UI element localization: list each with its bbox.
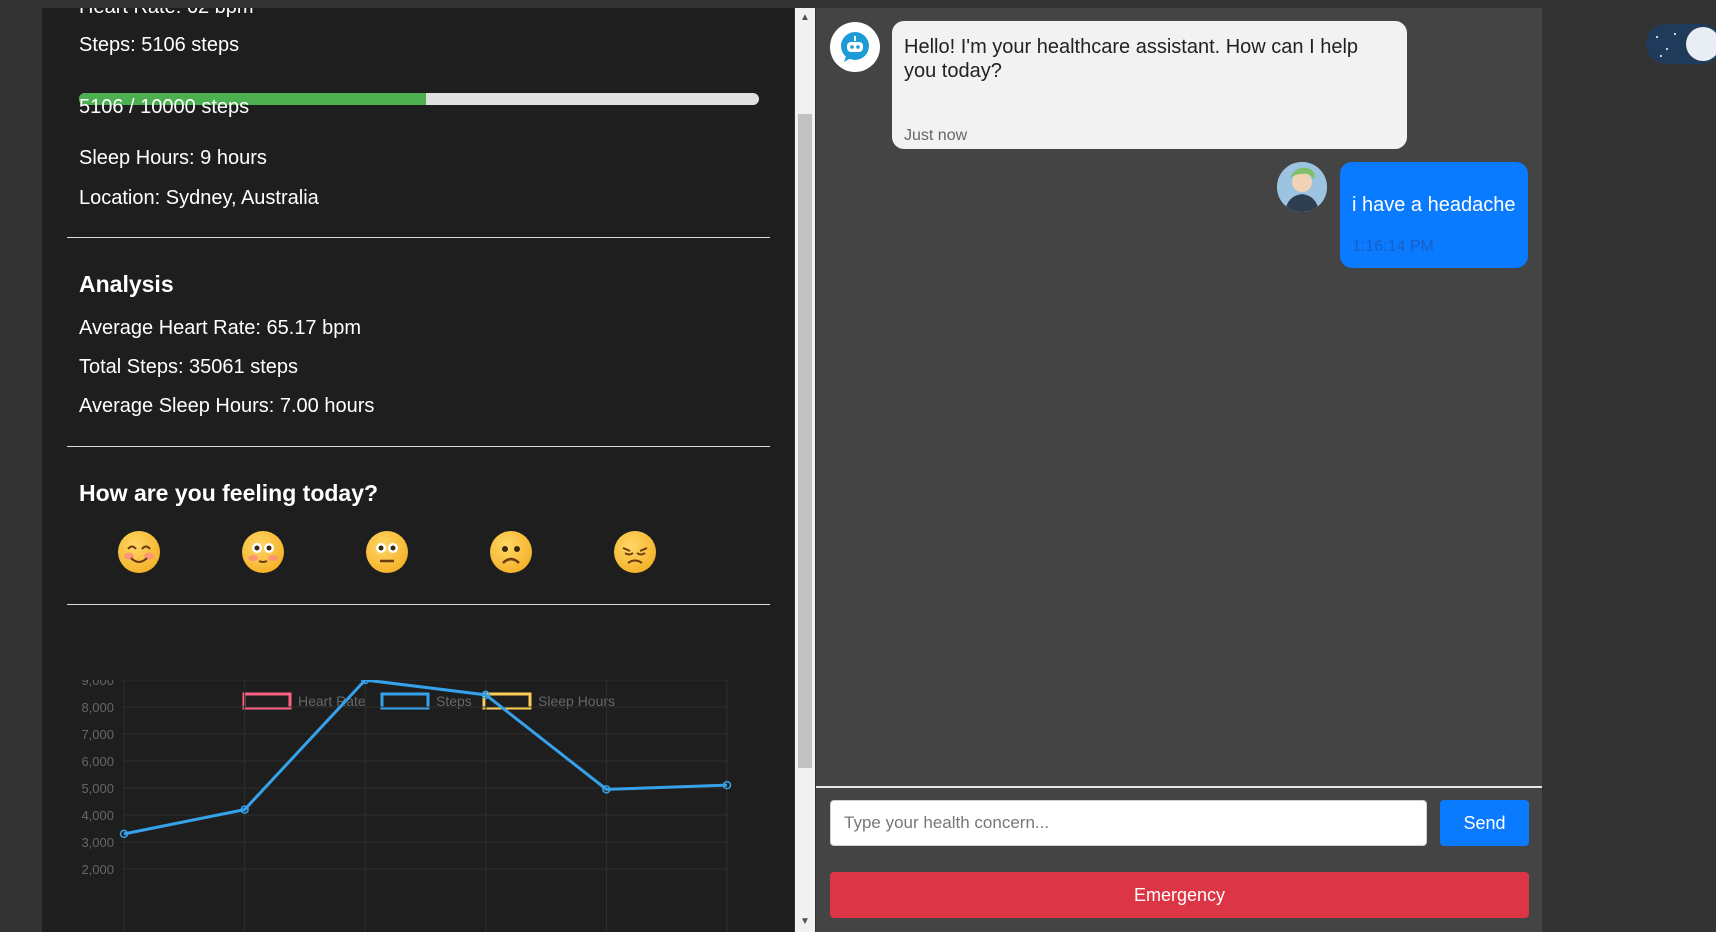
health-line-chart: Heart Rate Steps Sleep Hours9,0008,0007,00… (81, 680, 732, 932)
y-tick-label: 6,000 (81, 754, 114, 769)
mood-title: How are you feeling today? (79, 480, 379, 506)
sleep-stat: Sleep Hours: 9 hours (79, 147, 267, 169)
section-divider (67, 604, 770, 605)
y-tick-label: 4,000 (81, 808, 114, 823)
pensive-emoji-icon[interactable] (614, 531, 656, 573)
flushed-emoji-icon[interactable] (242, 531, 284, 573)
bot-message-time: Just now (904, 127, 968, 144)
bot-message-bubble: Hello! I'm your healthcare assistant. Ho… (892, 21, 1407, 149)
scroll-thumb[interactable] (798, 114, 812, 768)
star-icon (1674, 33, 1676, 35)
health-dashboard-panel[interactable]: Heart Rate: 62 bpm Steps: 5106 steps 510… (42, 8, 794, 932)
user-message-bubble: i have a headache 1:16:14 PM (1340, 162, 1528, 268)
legend-swatch (242, 692, 292, 710)
y-tick-label: 3,000 (81, 835, 114, 850)
y-tick-label: 7,000 (81, 727, 114, 742)
bot-message-text: Hello! I'm your healthcare assistant. Ho… (904, 36, 1359, 82)
emergency-button[interactable]: Emergency (830, 872, 1529, 918)
y-tick-label: 2,000 (81, 862, 114, 877)
bot-avatar-icon (830, 22, 880, 72)
average-sleep-hours: Average Sleep Hours: 7.00 hours (79, 395, 375, 417)
steps-stat: Steps: 5106 steps (79, 34, 240, 56)
vertical-scrollbar[interactable]: ▲ ▼ (795, 8, 815, 932)
steps-series-line (123, 680, 728, 836)
y-tick-label: 9,000 (81, 680, 114, 688)
section-divider (67, 237, 770, 238)
section-divider (67, 446, 770, 447)
health-concern-input[interactable] (830, 800, 1427, 846)
location-stat: Location: Sydney, Australia (79, 187, 319, 209)
heart-rate-stat: Heart Rate: 62 bpm (79, 8, 254, 19)
smiling-blush-emoji-icon[interactable] (118, 531, 160, 573)
sad-emoji-icon[interactable] (490, 531, 532, 573)
analysis-title: Analysis (79, 271, 174, 297)
send-button[interactable]: Send (1440, 800, 1529, 846)
steps-progress-label: 5106 / 10000 steps (79, 96, 250, 118)
user-avatar (1277, 162, 1327, 212)
legend-swatch (482, 692, 532, 710)
y-tick-label: 5,000 (81, 781, 114, 796)
chat-panel: Hello! I'm your healthcare assistant. Ho… (816, 8, 1542, 932)
theme-toggle[interactable] (1646, 24, 1716, 64)
legend-swatch (380, 692, 430, 710)
average-heart-rate: Average Heart Rate: 65.17 bpm (79, 317, 362, 339)
scroll-down-arrow-icon[interactable]: ▼ (795, 912, 815, 932)
neutral-emoji-icon[interactable] (366, 531, 408, 573)
user-message-time: 1:16:14 PM (1352, 238, 1434, 255)
moon-icon (1686, 27, 1716, 61)
user-message-text: i have a headache (1352, 194, 1516, 216)
star-icon (1656, 36, 1658, 38)
star-icon (1660, 55, 1662, 57)
star-icon (1666, 48, 1668, 50)
scroll-up-arrow-icon[interactable]: ▲ (795, 8, 815, 28)
y-tick-label: 8,000 (81, 700, 114, 715)
total-steps: Total Steps: 35061 steps (79, 356, 299, 378)
chat-input-divider (816, 786, 1542, 788)
